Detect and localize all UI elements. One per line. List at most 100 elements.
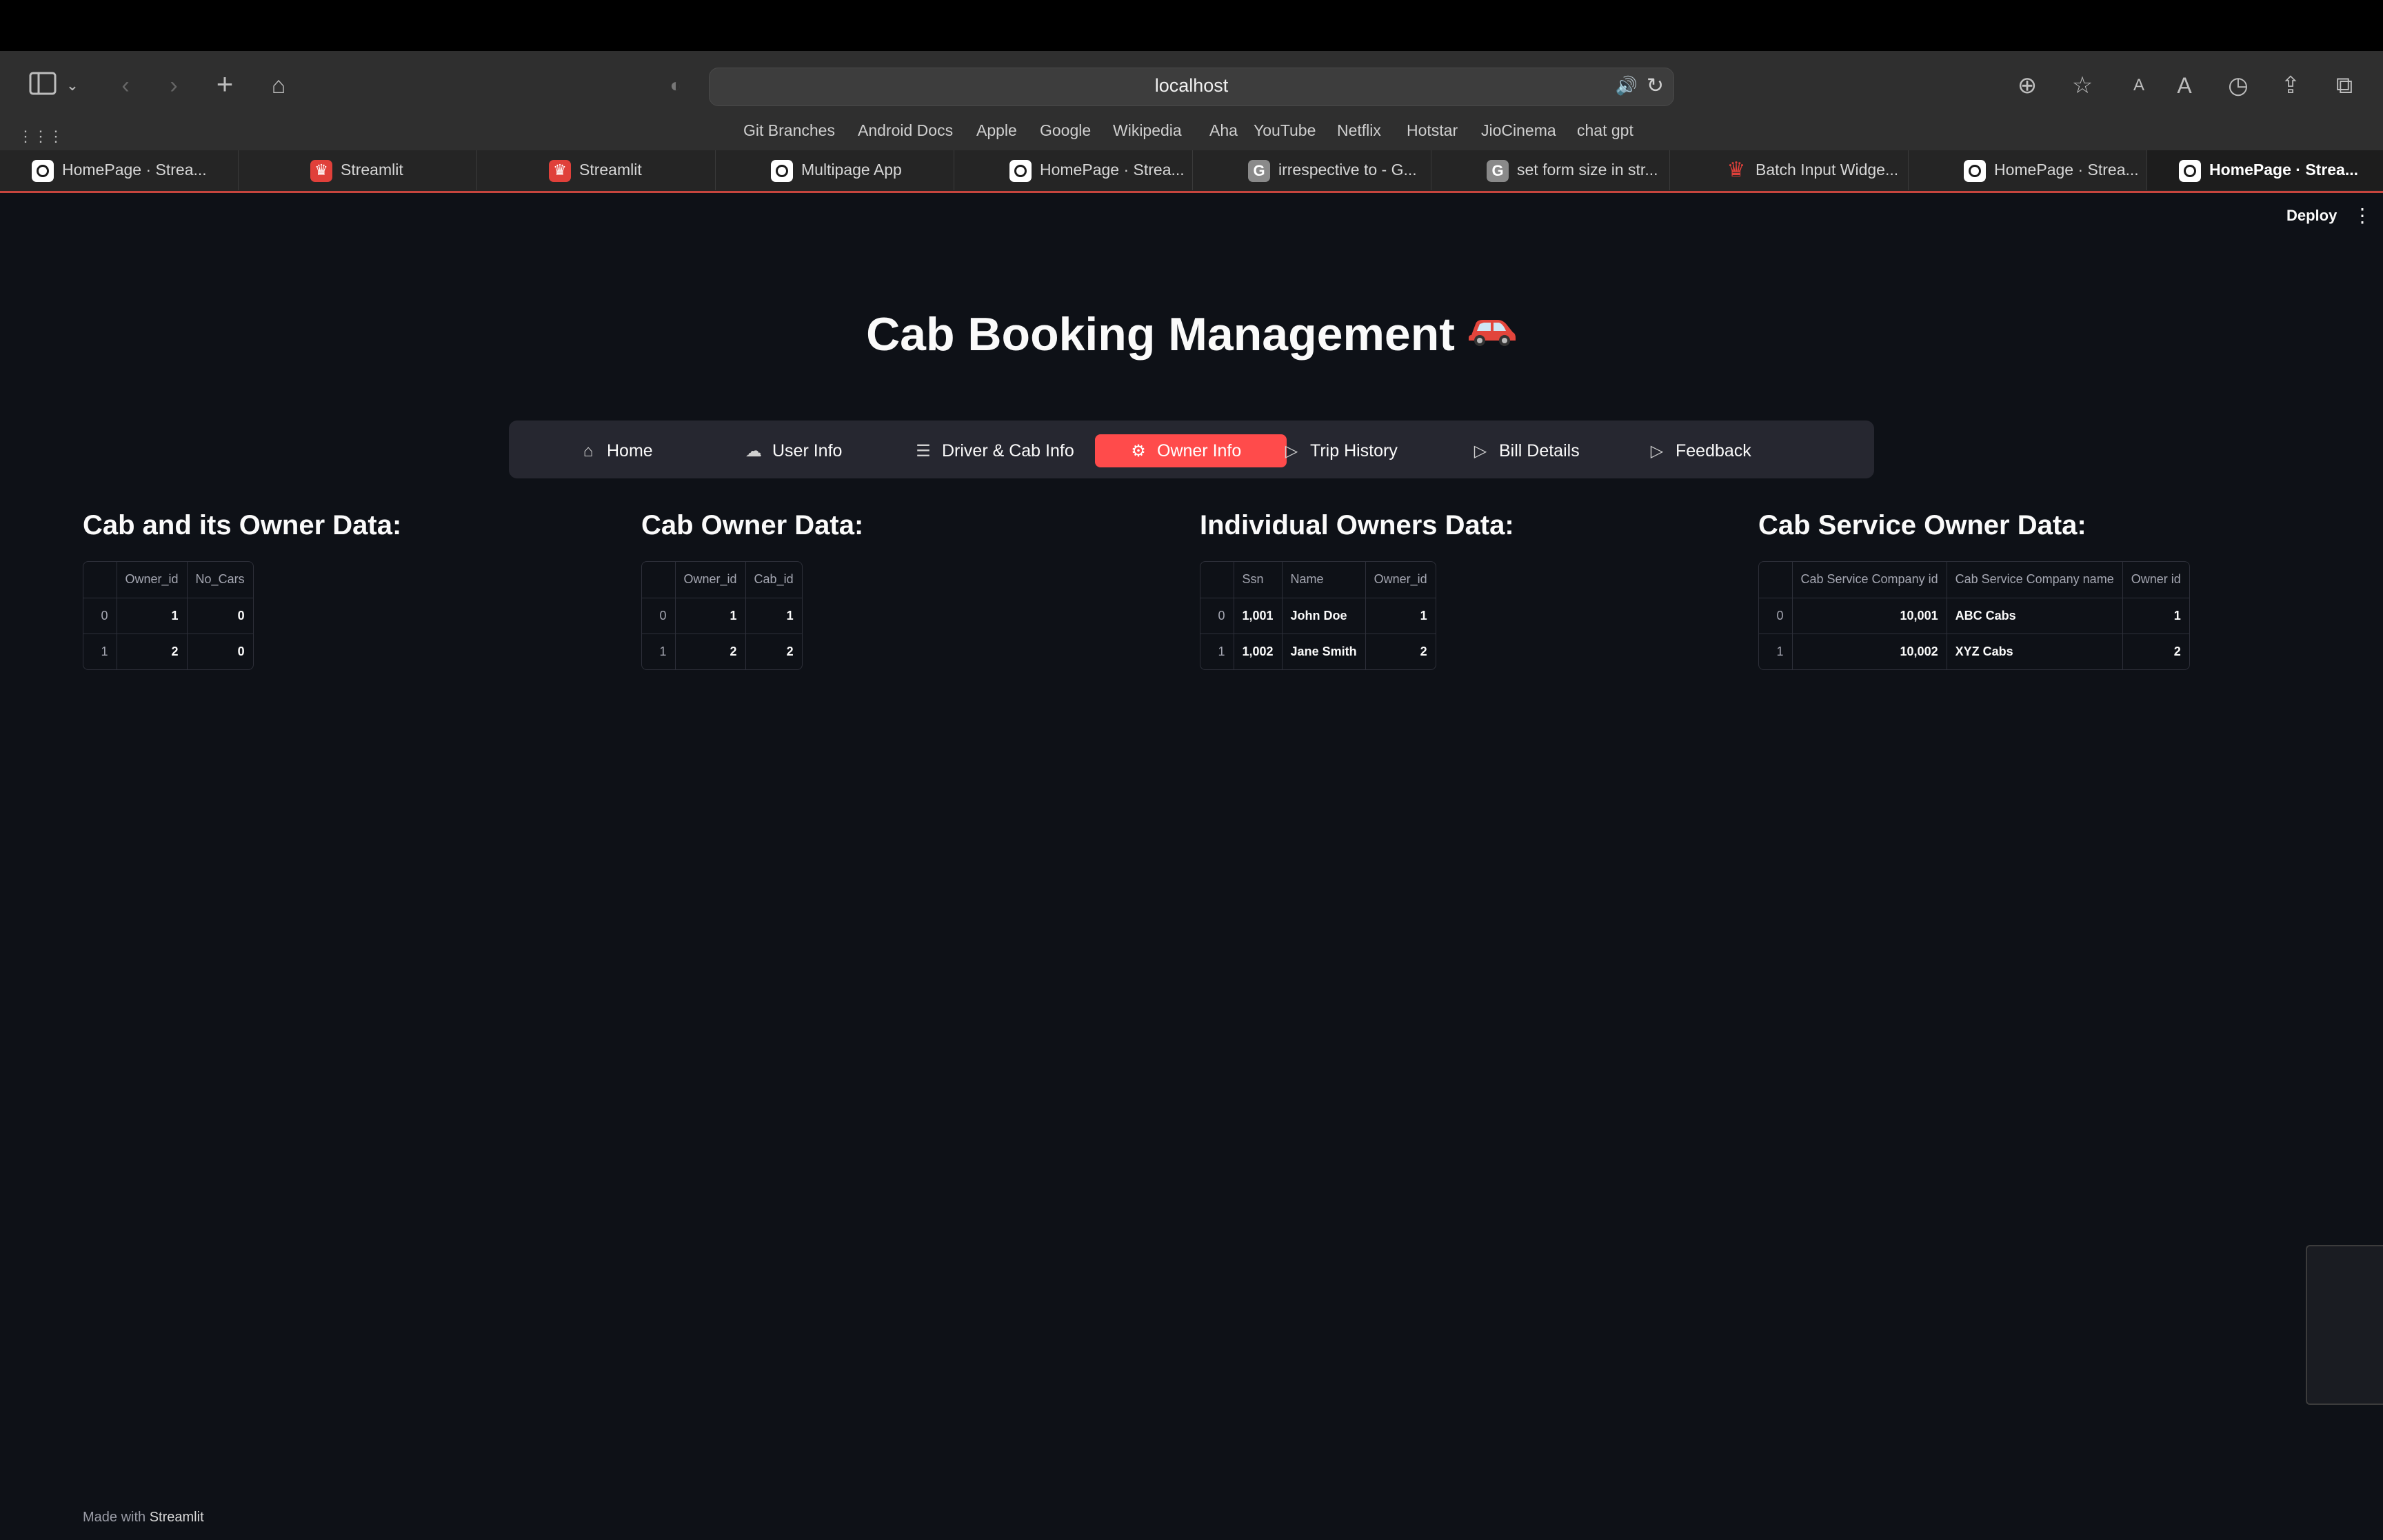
- tabs-overview-icon[interactable]: ⧉: [2328, 72, 2361, 99]
- favorite-link[interactable]: Google: [1040, 121, 1091, 140]
- browser-tab[interactable]: Streamlit: [239, 150, 477, 190]
- table-cell[interactable]: 2: [675, 634, 746, 669]
- nav-item-driver-cab-info[interactable]: ☰ Driver & Cab Info: [913, 434, 1087, 467]
- browser-tab[interactable]: HomePage · Strea...: [1909, 150, 2147, 190]
- favorite-link[interactable]: Apple: [976, 121, 1017, 140]
- star-icon[interactable]: ☆: [2066, 72, 2099, 99]
- favorite-link[interactable]: Aha: [1209, 121, 1238, 140]
- browser-tab[interactable]: Girrespective to - G...: [1193, 150, 1431, 190]
- table-cell[interactable]: 1: [745, 598, 802, 634]
- dataframe[interactable]: Cab Service Company id Cab Service Compan…: [1758, 561, 2190, 670]
- address-bar[interactable]: localhost 🔊 ↻: [709, 68, 1674, 106]
- table-cell[interactable]: 1: [675, 598, 746, 634]
- dataframe[interactable]: Owner_id No_Cars 0 1 0 1 2 0: [83, 561, 254, 670]
- favorite-link[interactable]: Netflix: [1337, 121, 1381, 140]
- nav-item-trip-history[interactable]: ▷ Trip History: [1281, 434, 1433, 467]
- table-cell[interactable]: 10,001: [1792, 598, 1947, 634]
- table-cell[interactable]: 2: [1365, 634, 1436, 669]
- row-index[interactable]: 0: [1200, 598, 1234, 634]
- row-index[interactable]: 1: [83, 634, 117, 669]
- table-cell[interactable]: 1: [1365, 598, 1436, 634]
- column-header[interactable]: Cab_id: [745, 562, 802, 598]
- table-cell[interactable]: 1,001: [1234, 598, 1283, 634]
- table-cell[interactable]: 10,002: [1792, 634, 1947, 669]
- privacy-shield-icon[interactable]: ◐: [659, 72, 692, 99]
- index-header[interactable]: [83, 562, 117, 598]
- row-index[interactable]: 0: [83, 598, 117, 634]
- column-header[interactable]: No_Cars: [187, 562, 253, 598]
- browser-tab[interactable]: HomePage · Strea...: [0, 150, 239, 190]
- table-cell[interactable]: 0: [187, 598, 253, 634]
- browser-tab[interactable]: Gset form size in str...: [1431, 150, 1670, 190]
- row-index[interactable]: 1: [642, 634, 676, 669]
- reload-icon[interactable]: ↻: [1647, 74, 1664, 98]
- dataframe[interactable]: Owner_id Cab_id 0 1 1 1 2 2: [641, 561, 803, 670]
- favorite-link[interactable]: Android Docs: [858, 121, 953, 140]
- speaker-icon[interactable]: 🔊: [1616, 75, 1638, 97]
- nav-item-feedback[interactable]: ▷ Feedback: [1647, 434, 1798, 467]
- table-cell[interactable]: ABC Cabs: [1947, 598, 2123, 634]
- share-icon[interactable]: ⇪: [2274, 72, 2307, 99]
- favorite-link[interactable]: Hotstar: [1407, 121, 1458, 140]
- back-icon[interactable]: ‹: [109, 72, 142, 99]
- index-header[interactable]: [642, 562, 676, 598]
- column-header[interactable]: Cab Service Company id: [1792, 562, 1947, 598]
- favorite-link[interactable]: YouTube: [1254, 121, 1316, 140]
- table-cell[interactable]: 2: [745, 634, 802, 669]
- table-cell[interactable]: 1: [117, 598, 188, 634]
- table-cell[interactable]: 1: [2122, 598, 2189, 634]
- g-icon: G: [1487, 160, 1509, 182]
- deploy-button[interactable]: Deploy: [2286, 207, 2337, 225]
- nav-item-bill-details[interactable]: ▷ Bill Details: [1470, 434, 1608, 467]
- table-cell[interactable]: Jane Smith: [1282, 634, 1366, 669]
- chevron-down-icon[interactable]: ⌄: [62, 72, 83, 99]
- index-header[interactable]: [1759, 562, 1793, 598]
- section-heading: Cab Owner Data:: [641, 510, 864, 540]
- column-header[interactable]: Owner id: [2122, 562, 2189, 598]
- nav-item-home[interactable]: ⌂ Home: [578, 434, 723, 467]
- column-header[interactable]: Cab Service Company name: [1947, 562, 2123, 598]
- row-index[interactable]: 1: [1200, 634, 1234, 669]
- nav-item-owner-info[interactable]: ⚙ Owner Info: [1095, 434, 1287, 467]
- table-row: 010: [83, 598, 253, 634]
- download-icon[interactable]: ⊕: [2011, 72, 2044, 99]
- main-menu-icon[interactable]: ⋮: [2353, 204, 2372, 227]
- footer-streamlit-link[interactable]: Streamlit: [150, 1510, 204, 1525]
- row-index[interactable]: 1: [1759, 634, 1793, 669]
- index-header[interactable]: [1200, 562, 1234, 598]
- favorite-link[interactable]: Wikipedia: [1113, 121, 1182, 140]
- column-header[interactable]: Ssn: [1234, 562, 1283, 598]
- table-cell[interactable]: 2: [117, 634, 188, 669]
- browser-tab[interactable]: Streamlit: [477, 150, 716, 190]
- picture-in-picture-thumbnail[interactable]: [2306, 1245, 2383, 1405]
- history-icon[interactable]: ◷: [2222, 72, 2255, 99]
- column-header[interactable]: Name: [1282, 562, 1366, 598]
- home-icon[interactable]: ⌂: [262, 72, 295, 99]
- text-smaller-icon[interactable]: A: [2122, 72, 2155, 99]
- dataframe[interactable]: Ssn Name Owner_id 0 1,001 John Doe 1 1 1,002 Jane…: [1200, 561, 1436, 670]
- nav-item-user-info[interactable]: ☁ User Info: [743, 434, 881, 467]
- favorite-link[interactable]: JioCinema: [1481, 121, 1556, 140]
- browser-tab[interactable]: Multipage App: [716, 150, 954, 190]
- new-tab-icon[interactable]: +: [208, 70, 241, 99]
- column-header[interactable]: Owner_id: [1365, 562, 1436, 598]
- browser-tab[interactable]: Batch Input Widge...: [1670, 150, 1909, 190]
- browser-tab[interactable]: HomePage · Strea...: [954, 150, 1193, 190]
- row-index[interactable]: 0: [1759, 598, 1793, 634]
- sidebar-toggle-icon[interactable]: [26, 72, 59, 99]
- table-cell[interactable]: 0: [187, 634, 253, 669]
- favorite-link[interactable]: Git Branches: [743, 121, 835, 140]
- table-cell[interactable]: 1,002: [1234, 634, 1283, 669]
- browser-tab[interactable]: HomePage · Strea...: [2147, 150, 2383, 190]
- table-cell[interactable]: John Doe: [1282, 598, 1366, 634]
- table-cell[interactable]: XYZ Cabs: [1947, 634, 2123, 669]
- column-header[interactable]: Owner_id: [675, 562, 746, 598]
- column-header[interactable]: Owner_id: [117, 562, 188, 598]
- favorite-link[interactable]: chat gpt: [1577, 121, 1633, 140]
- text-larger-icon[interactable]: A: [2168, 72, 2201, 99]
- forward-icon[interactable]: ›: [157, 72, 190, 99]
- streamlit-icon: [2179, 160, 2201, 182]
- browser-tab-label: HomePage · Strea...: [1040, 161, 1185, 179]
- row-index[interactable]: 0: [642, 598, 676, 634]
- table-cell[interactable]: 2: [2122, 634, 2189, 669]
